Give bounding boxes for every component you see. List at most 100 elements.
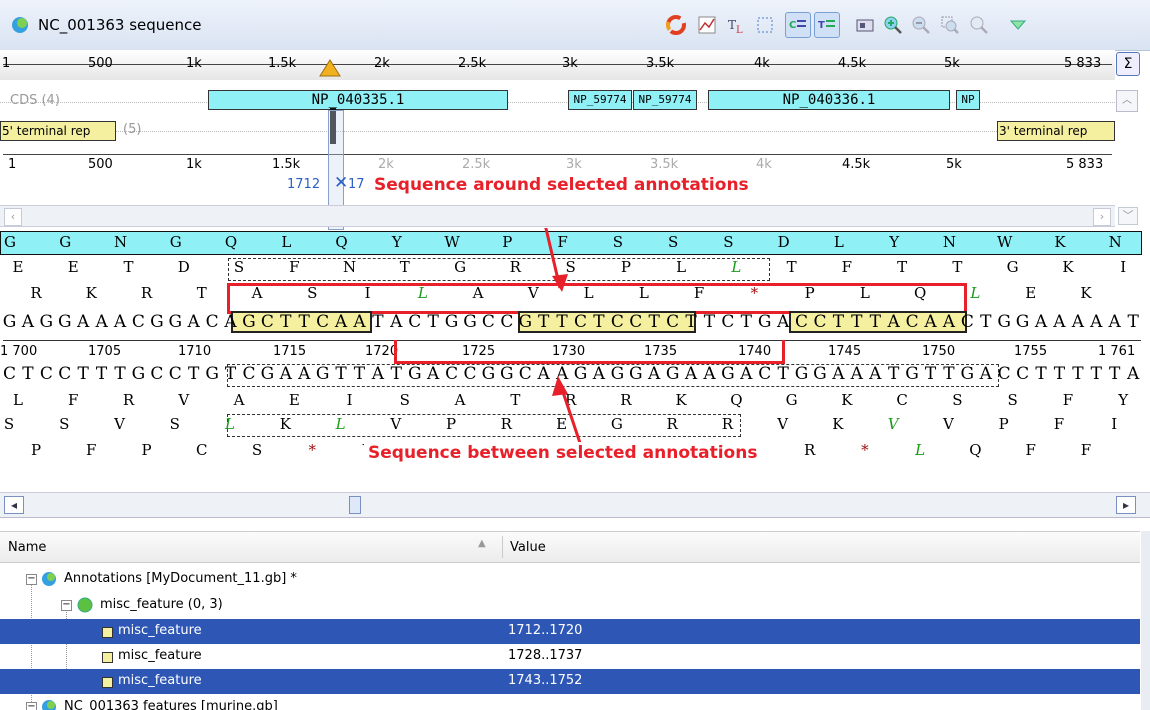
tick-label: 3.5k (646, 56, 675, 71)
select-icon[interactable] (752, 12, 778, 38)
tree-row[interactable]: misc_feature 1743..1752 (0, 669, 1140, 694)
tree-row[interactable]: misc_feature 1728..1737 (0, 644, 1140, 669)
column-header-value[interactable]: Value (510, 540, 546, 555)
sum-button[interactable]: Σ (1116, 52, 1140, 76)
zoom-out-icon[interactable] (908, 12, 934, 38)
tick-label: 1 (8, 157, 17, 172)
selection-cross-icon: ✕ (334, 173, 349, 193)
window-title: NC_001363 sequence (38, 16, 202, 34)
tick-label: 2.5k (458, 56, 487, 71)
tick-label: 3k (566, 157, 582, 172)
tick-label: 500 (88, 56, 113, 71)
svg-text:L: L (736, 25, 743, 35)
zoom-fit-icon[interactable] (937, 12, 963, 38)
collapse-icon[interactable]: − (26, 702, 37, 710)
table-header: Name ▲ Value (0, 531, 1140, 563)
annotation-tracks: CDS (4) NP_040335.1 NP_59774 NP_59774 NP… (0, 80, 1138, 152)
annotations-tree[interactable]: − Annotations [MyDocument_11.gb] * − mis… (0, 562, 1140, 710)
tree-row[interactable]: − misc_feature (0, 3) (0, 593, 1140, 618)
tree-row[interactable]: misc_feature 1712..1720 (0, 619, 1140, 644)
tick-label: 1.5k (268, 56, 297, 71)
cds-track-label: CDS (4) (10, 93, 60, 108)
tree-value: 1728..1737 (508, 648, 583, 663)
tick-label: 2.5k (462, 157, 491, 172)
collapse-icon[interactable]: − (61, 600, 72, 611)
overview-scrollbar[interactable]: ‹ › (0, 205, 1115, 227)
tick-label: 3k (562, 56, 578, 71)
collapse-icon[interactable]: − (26, 574, 37, 585)
feature-icon (102, 652, 113, 663)
cs-icon[interactable]: C (785, 12, 811, 38)
scroll-right-icon[interactable]: › (1093, 208, 1111, 226)
tick-label: 2k (374, 56, 390, 71)
tick-label: 1.5k (272, 157, 301, 172)
tree-label: misc_feature (118, 623, 202, 638)
tree-row[interactable]: − NC_001363 features [murine.gb] (0, 695, 1140, 710)
tree-label: misc_feature (118, 673, 202, 688)
tick-label: 4.5k (842, 157, 871, 172)
tree-label: misc_feature (118, 648, 202, 663)
title-bar: NC_001363 sequence TL C T (0, 0, 1150, 51)
scroll-left-icon[interactable]: ‹ (4, 208, 22, 226)
scroll-thumb[interactable] (349, 496, 361, 514)
terminal-repeat-annotation[interactable]: 5' terminal rep (0, 121, 116, 141)
tick-label: 4k (756, 157, 772, 172)
tick-label: 5k (944, 56, 960, 71)
tree-value: 1743..1752 (508, 673, 583, 688)
image-icon[interactable] (852, 12, 878, 38)
scroll-down-icon[interactable]: ﹀ (1118, 207, 1138, 225)
tree-row[interactable]: − Annotations [MyDocument_11.gb] * (0, 567, 1140, 592)
table-scrollbar[interactable] (1141, 531, 1150, 710)
document-icon (42, 700, 56, 710)
chart-icon[interactable] (694, 12, 720, 38)
tree-label: misc_feature (0, 3) (100, 597, 223, 612)
tree-label: NC_001363 features [murine.gb] (64, 699, 278, 710)
callout-between: Sequence between selected annotations (364, 442, 762, 464)
selection-end-label: 17 (348, 177, 365, 192)
tick-label: 1k (186, 56, 202, 71)
tick-label: 4k (754, 56, 770, 71)
dropdown-icon[interactable] (1005, 12, 1031, 38)
sort-icon[interactable]: ▲ (478, 538, 486, 549)
sequence-icon (12, 17, 28, 33)
column-header-name[interactable]: Name (8, 540, 46, 555)
tick-label: 1k (186, 157, 202, 172)
text-case-icon[interactable]: TL (724, 12, 750, 38)
tick-label: 3.5k (650, 157, 679, 172)
position-marker-icon[interactable] (318, 58, 342, 78)
svg-text:T: T (818, 20, 825, 31)
tick-label: 4.5k (838, 56, 867, 71)
svg-text:T: T (728, 18, 736, 32)
scroll-right-icon[interactable]: ▸ (1116, 496, 1136, 514)
cds-annotation[interactable]: NP_59774 (633, 90, 697, 110)
terminal-repeat-annotation[interactable]: 3' terminal rep (997, 121, 1115, 141)
selection-start-label: 1712 (287, 177, 321, 192)
feature-icon (102, 677, 113, 688)
document-icon (42, 572, 56, 586)
cds-annotation[interactable]: NP_040336.1 (708, 90, 950, 110)
tick-label: 2k (378, 157, 394, 172)
overview-ruler[interactable]: 1 500 1k 1.5k 2k 2.5k 3k 3.5k 4k 4.5k 5k… (0, 50, 1115, 81)
group-icon (77, 597, 93, 613)
zoom-in-icon[interactable] (880, 12, 906, 38)
tick-label: 5 833 (1066, 157, 1104, 172)
zoom-icon[interactable] (966, 12, 992, 38)
pie-icon[interactable] (663, 12, 689, 38)
tree-value: 1712..1720 (508, 623, 583, 638)
scroll-up-icon[interactable]: ︿ (1116, 90, 1138, 112)
svg-text:C: C (789, 20, 796, 31)
sequence-scrollbar[interactable]: ◂ ▸ (0, 492, 1150, 518)
cds-annotation[interactable]: NP (956, 90, 980, 110)
cds-annotation[interactable]: NP_040335.1 (208, 90, 508, 110)
sequence-view[interactable]: GGNGQLQYWPFSSSDLYNWKN EETDSFNTGRSPLLTFTT… (0, 228, 1150, 490)
ts-icon[interactable]: T (814, 12, 840, 38)
cds-annotation[interactable]: NP_59774 (568, 90, 632, 110)
scroll-left-icon[interactable]: ◂ (4, 496, 24, 514)
callout-around: Sequence around selected annotations (370, 173, 753, 197)
feature-icon (102, 627, 113, 638)
tick-label: 5 833 (1064, 56, 1102, 71)
tick-label: 5k (946, 157, 962, 172)
tick-label: 500 (88, 157, 113, 172)
tick-label: 1 (2, 56, 11, 71)
tree-label: Annotations [MyDocument_11.gb] * (64, 571, 297, 586)
